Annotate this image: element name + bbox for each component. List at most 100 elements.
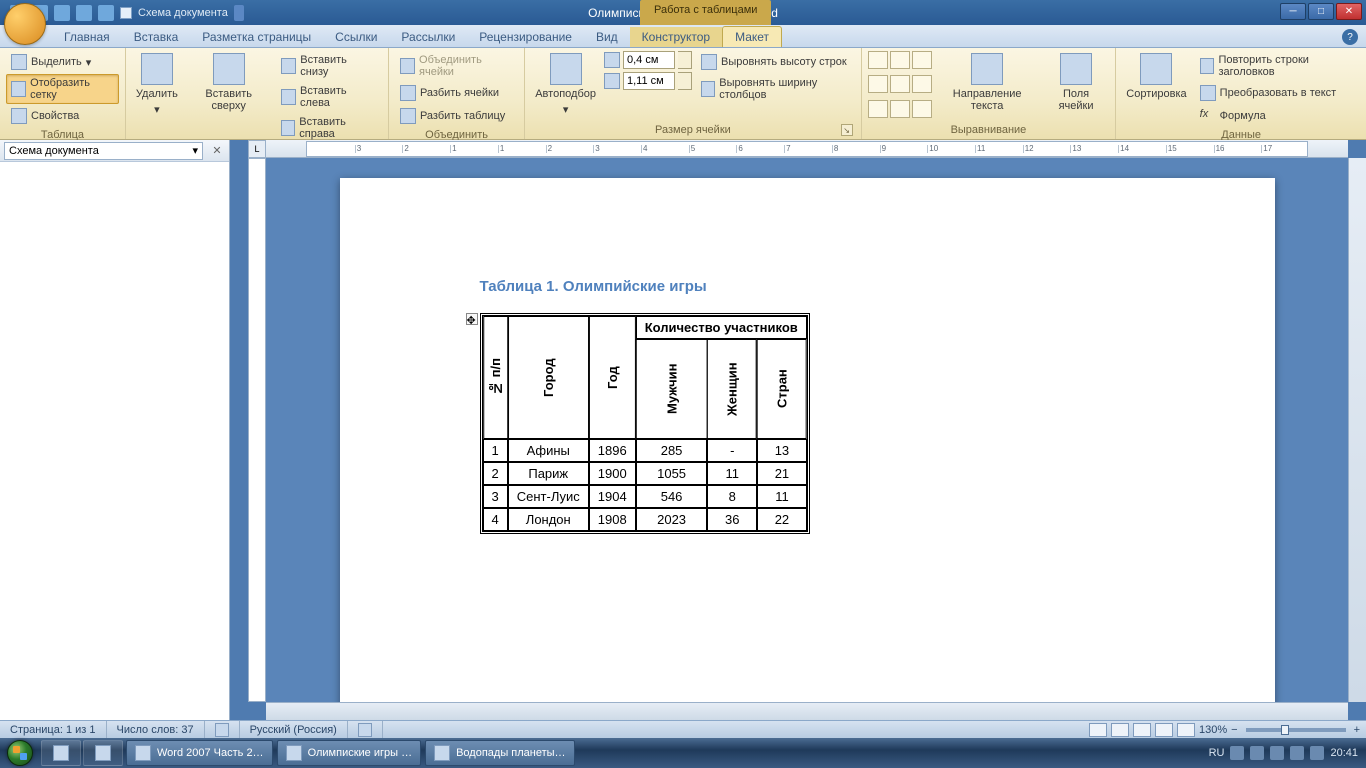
help-button[interactable]: ? — [1342, 29, 1358, 45]
table-cell[interactable]: 546 — [636, 485, 708, 508]
properties-button[interactable]: Свойства — [6, 105, 119, 127]
show-grid-button[interactable]: Отобразить сетку — [6, 74, 119, 104]
split-table-button[interactable]: Разбить таблицу — [395, 105, 518, 127]
table-cell[interactable]: 1904 — [589, 485, 636, 508]
table-cell[interactable]: 1055 — [636, 462, 708, 485]
tray-icon[interactable] — [1230, 746, 1244, 760]
status-lang[interactable]: Русский (Россия) — [240, 721, 348, 738]
tab-layout[interactable]: Макет — [722, 26, 782, 47]
table-cell[interactable]: 3 — [483, 485, 508, 508]
page-viewport[interactable]: Таблица 1. Олимпийские игры ✥ № п/п Горо… — [266, 158, 1348, 702]
tab-mailings[interactable]: Рассылки — [389, 27, 467, 47]
table-cell[interactable]: 4 — [483, 508, 508, 531]
tray-volume-icon[interactable] — [1310, 746, 1324, 760]
horizontal-ruler[interactable]: 3211234567891011121314151617 — [306, 141, 1308, 157]
start-button[interactable] — [0, 738, 40, 768]
th-city[interactable]: Город — [508, 316, 589, 439]
table-cell[interactable]: 11 — [707, 462, 757, 485]
table-cell[interactable]: 36 — [707, 508, 757, 531]
tray-lang[interactable]: RU — [1209, 747, 1225, 759]
table-cell[interactable]: 1908 — [589, 508, 636, 531]
view-draft-button[interactable] — [1177, 723, 1195, 737]
align-mc-button[interactable] — [890, 75, 910, 93]
panel-close-button[interactable]: ✕ — [209, 143, 225, 159]
tab-home[interactable]: Главная — [52, 27, 122, 47]
distribute-cols-button[interactable]: Выровнять ширину столбцов — [696, 74, 855, 104]
formula-button[interactable]: fxФормула — [1195, 105, 1360, 127]
tray-network-icon[interactable] — [1290, 746, 1304, 760]
docmap-dropdown[interactable]: Схема документа▾ — [4, 142, 203, 160]
width-stepper[interactable] — [678, 72, 692, 90]
vertical-ruler[interactable] — [248, 158, 266, 702]
cell-margins-button[interactable]: Поля ячейки — [1043, 51, 1110, 122]
th-year[interactable]: Год — [589, 316, 636, 439]
table-cell[interactable]: - — [707, 439, 757, 462]
taskbar-item[interactable]: Олимпиские игры … — [277, 740, 422, 766]
tray-icon[interactable] — [1250, 746, 1264, 760]
maximize-button[interactable]: □ — [1308, 3, 1334, 20]
table-move-handle[interactable]: ✥ — [466, 313, 478, 325]
height-stepper[interactable] — [678, 51, 692, 69]
table-row[interactable]: 3Сент-Луис1904546811 — [483, 485, 807, 508]
table-cell[interactable]: 285 — [636, 439, 708, 462]
distribute-rows-button[interactable]: Выровнять высоту строк — [696, 51, 855, 73]
zoom-slider[interactable] — [1246, 728, 1346, 732]
align-tr-button[interactable] — [912, 51, 932, 69]
insert-left-button[interactable]: Вставить слева — [276, 82, 382, 112]
status-words[interactable]: Число слов: 37 — [107, 721, 205, 738]
table-cell[interactable]: 22 — [757, 508, 807, 531]
qa-icon[interactable] — [76, 5, 92, 21]
close-button[interactable]: ✕ — [1336, 3, 1362, 20]
table-cell[interactable]: 11 — [757, 485, 807, 508]
table-row[interactable]: 1Афины1896285-13 — [483, 439, 807, 462]
qa-icon[interactable] — [98, 5, 114, 21]
page[interactable]: Таблица 1. Олимпийские игры ✥ № п/п Горо… — [340, 178, 1275, 702]
align-ml-button[interactable] — [868, 75, 888, 93]
tab-selector-button[interactable]: L — [248, 140, 266, 158]
tab-references[interactable]: Ссылки — [323, 27, 389, 47]
view-fullscreen-button[interactable] — [1111, 723, 1129, 737]
select-button[interactable]: Выделить▾ — [6, 51, 119, 73]
repeat-header-button[interactable]: Повторить строки заголовков — [1195, 51, 1360, 81]
dialog-launcher[interactable]: ↘ — [841, 124, 853, 136]
text-direction-button[interactable]: Направление текста — [936, 51, 1039, 122]
height-input[interactable]: 0,4 см — [623, 51, 675, 69]
table-cell[interactable]: Париж — [508, 462, 589, 485]
align-tl-button[interactable] — [868, 51, 888, 69]
split-cells-button[interactable]: Разбить ячейки — [395, 82, 518, 104]
taskbar-item[interactable]: Водопады планеты… — [425, 740, 574, 766]
table-cell[interactable]: 2 — [483, 462, 508, 485]
table-cell[interactable]: 1900 — [589, 462, 636, 485]
th-women[interactable]: Женщин — [707, 339, 757, 439]
qa-checkbox[interactable] — [120, 7, 132, 19]
delete-button[interactable]: Удалить▾ — [132, 51, 182, 143]
convert-button[interactable]: Преобразовать в текст — [1195, 82, 1360, 104]
minimize-button[interactable]: ─ — [1280, 3, 1306, 20]
align-bc-button[interactable] — [890, 100, 910, 118]
redo-icon[interactable] — [54, 5, 70, 21]
vertical-scrollbar[interactable] — [1348, 158, 1366, 702]
align-tc-button[interactable] — [890, 51, 910, 69]
sort-button[interactable]: Сортировка — [1122, 51, 1190, 127]
autofit-button[interactable]: Автоподбор▾ — [531, 51, 600, 122]
status-proofing[interactable] — [205, 721, 240, 738]
view-print-button[interactable] — [1089, 723, 1107, 737]
width-input[interactable]: 1,11 см — [623, 72, 675, 90]
content-table[interactable]: № п/п Город Год Количество участников Му… — [480, 313, 810, 534]
docmap-body[interactable] — [0, 162, 229, 720]
table-row[interactable]: 4Лондон190820233622 — [483, 508, 807, 531]
zoom-thumb[interactable] — [1281, 725, 1289, 735]
table-cell[interactable]: 1896 — [589, 439, 636, 462]
table-cell[interactable]: 8 — [707, 485, 757, 508]
merge-cells-button[interactable]: Объединить ячейки — [395, 51, 518, 81]
view-web-button[interactable] — [1133, 723, 1151, 737]
taskbar-pin[interactable] — [83, 740, 123, 766]
tab-pagelayout[interactable]: Разметка страницы — [190, 27, 323, 47]
tab-insert[interactable]: Вставка — [122, 27, 191, 47]
align-bl-button[interactable] — [868, 100, 888, 118]
table-cell[interactable]: 21 — [757, 462, 807, 485]
th-men[interactable]: Мужчин — [636, 339, 708, 439]
zoom-out-button[interactable]: − — [1231, 724, 1237, 736]
tray-icon[interactable] — [1270, 746, 1284, 760]
insert-right-button[interactable]: Вставить справа — [276, 113, 382, 143]
